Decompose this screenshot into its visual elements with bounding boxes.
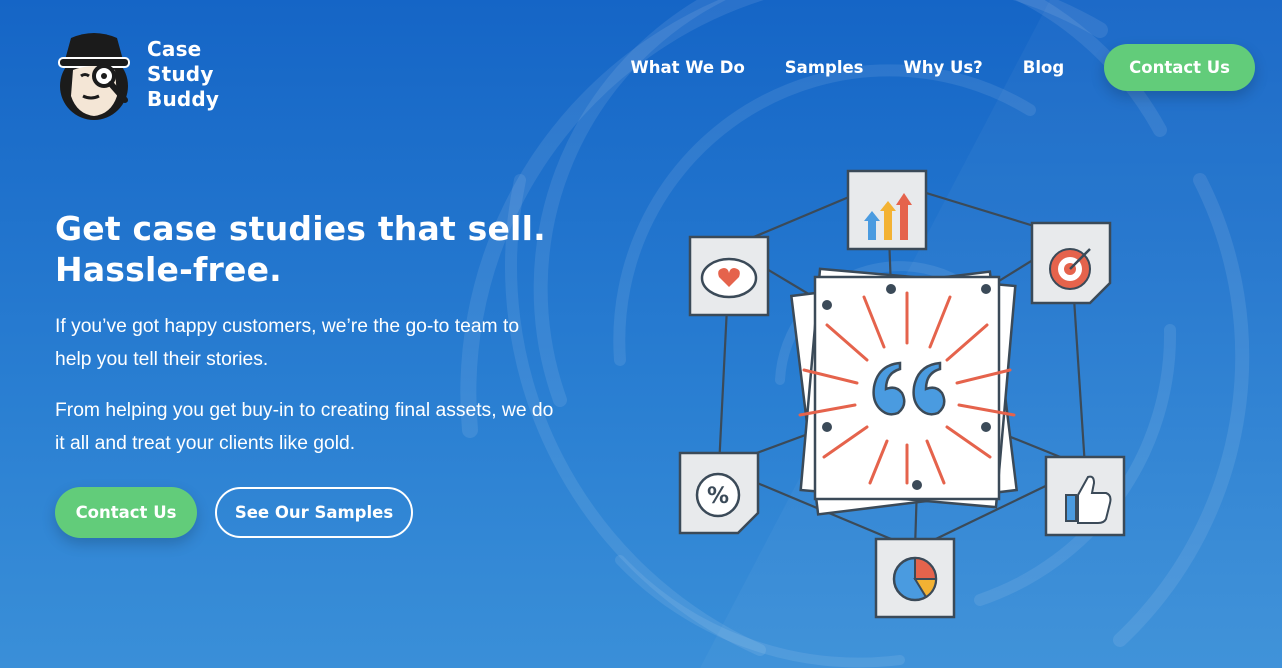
percent-icon: % bbox=[678, 451, 760, 535]
nav-item-samples[interactable]: Samples bbox=[785, 58, 864, 77]
hero-section: Get case studies that sell. Hassle-free.… bbox=[55, 208, 555, 538]
main-nav: What We Do Samples Why Us? Blog Contact … bbox=[631, 44, 1255, 91]
brand-line-1: Case bbox=[147, 36, 202, 61]
thumbs-up-icon bbox=[1044, 455, 1126, 537]
hero-cta-group: Contact Us See Our Samples bbox=[55, 487, 555, 538]
pie-chart-icon bbox=[874, 537, 956, 619]
see-samples-button[interactable]: See Our Samples bbox=[215, 487, 413, 538]
target-icon bbox=[1030, 221, 1112, 305]
brand-line-3: Buddy bbox=[147, 86, 220, 111]
svg-text:%: % bbox=[707, 484, 729, 509]
hero-headline-line-1: Get case studies that sell. bbox=[55, 209, 546, 248]
nav-item-what-we-do[interactable]: What We Do bbox=[631, 58, 745, 77]
hero-paragraph-1: If you’ve got happy customers, we’re the… bbox=[55, 316, 520, 370]
nav-item-why-us[interactable]: Why Us? bbox=[904, 58, 983, 77]
brand-name: Case Study Buddy bbox=[147, 37, 219, 112]
heart-speech-icon bbox=[688, 235, 770, 317]
hero-contact-button[interactable]: Contact Us bbox=[55, 487, 197, 538]
hero-illustration: % bbox=[678, 169, 1126, 619]
hero-headline: Get case studies that sell. Hassle-free. bbox=[55, 208, 555, 290]
growth-chart-icon bbox=[846, 169, 928, 251]
hero-paragraph-2: From helping you get buy-in to creating … bbox=[55, 400, 554, 454]
hero-headline-line-2: Hassle-free. bbox=[55, 250, 282, 289]
detective-mascot-icon bbox=[58, 33, 130, 120]
brand-line-2: Study bbox=[147, 61, 214, 86]
brand-logo[interactable]: Case Study Buddy bbox=[55, 26, 219, 122]
nav-contact-button[interactable]: Contact Us bbox=[1104, 44, 1255, 91]
nav-item-blog[interactable]: Blog bbox=[1023, 58, 1064, 77]
